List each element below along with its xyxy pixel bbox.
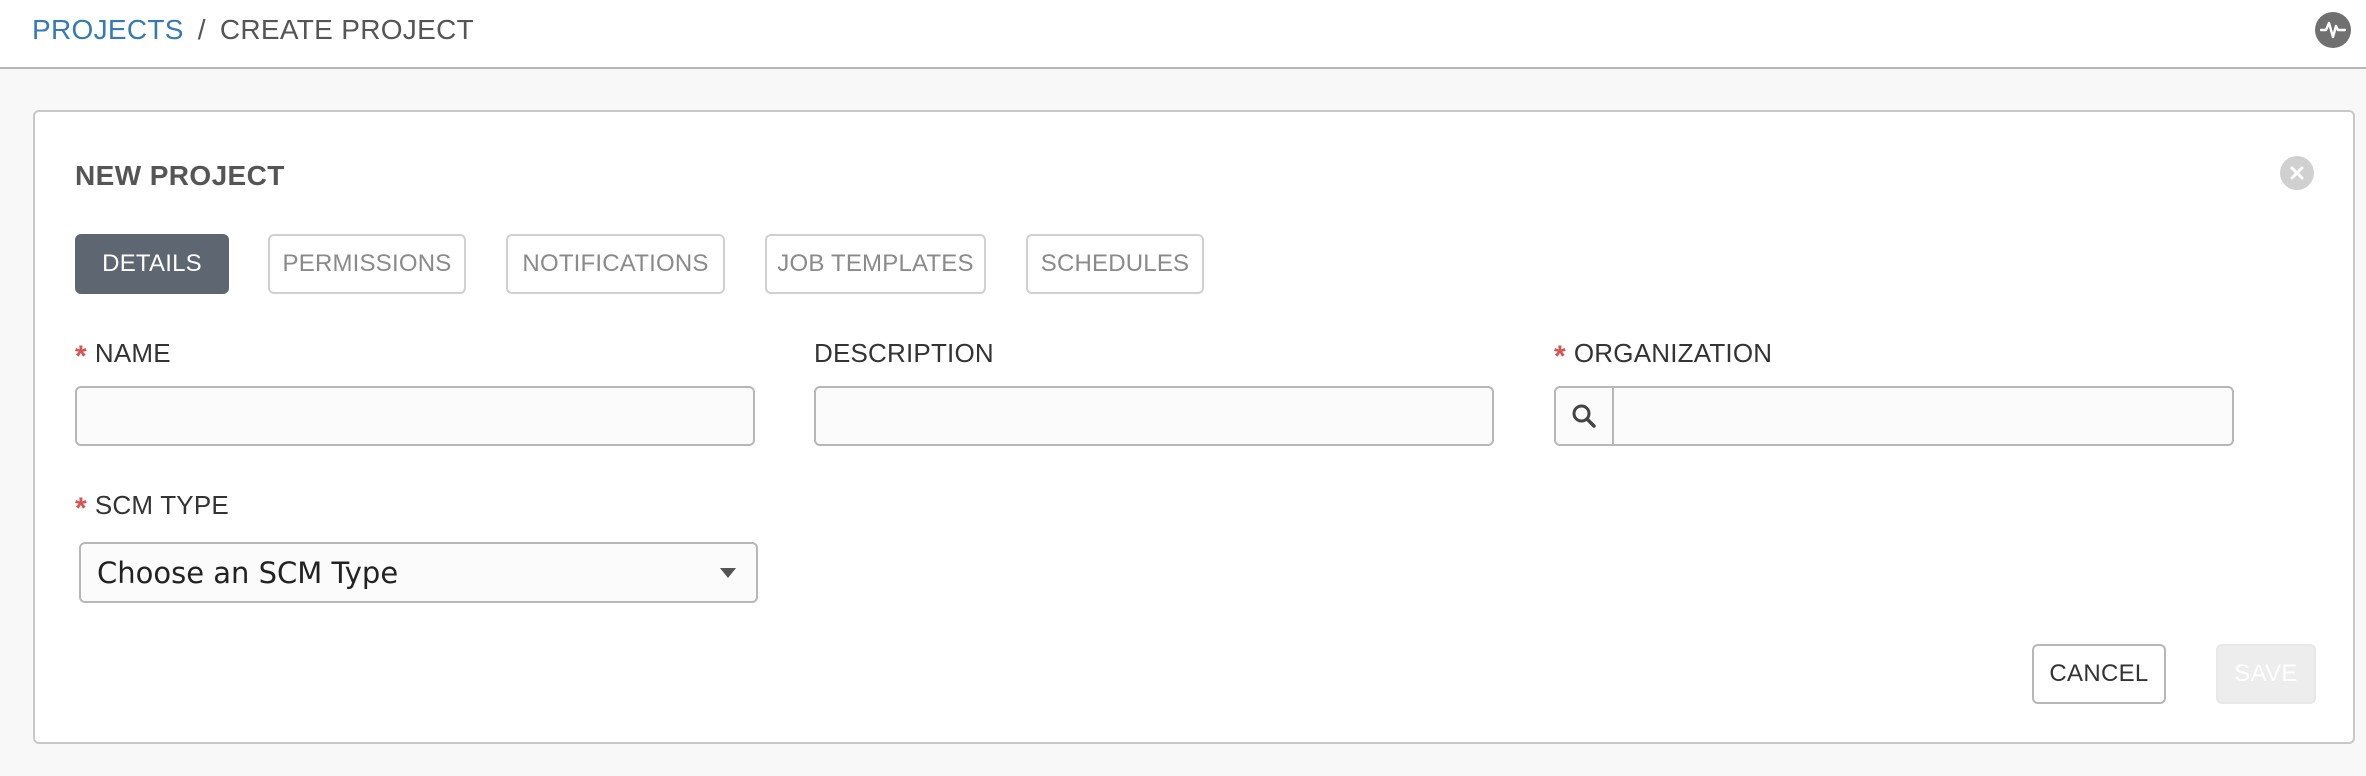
organization-input[interactable] [1614, 388, 2232, 444]
scm-type-label: * SCM TYPE [75, 490, 229, 526]
organization-lookup [1554, 386, 2234, 446]
top-bar: PROJECTS / CREATE PROJECT [0, 0, 2366, 69]
activity-stream-button[interactable] [2315, 12, 2351, 48]
name-label-text: NAME [94, 338, 171, 368]
new-project-panel: NEW PROJECT DETAILS PERMISSIONS NOTIFICA… [33, 110, 2355, 744]
close-circle-icon [2290, 166, 2304, 180]
save-button[interactable]: SAVE [2216, 644, 2316, 704]
scm-type-label-text: SCM TYPE [94, 490, 229, 520]
chevron-down-icon [720, 568, 736, 578]
description-label: DESCRIPTION [814, 338, 994, 368]
required-marker: * [75, 340, 87, 373]
tab-permissions[interactable]: PERMISSIONS [268, 234, 466, 294]
description-input[interactable] [814, 386, 1494, 446]
organization-label-text: ORGANIZATION [1573, 338, 1773, 368]
required-marker: * [75, 492, 87, 525]
name-input[interactable] [75, 386, 755, 446]
breadcrumb: PROJECTS / CREATE PROJECT [32, 14, 474, 46]
organization-label: * ORGANIZATION [1554, 338, 1772, 374]
tab-job-templates[interactable]: JOB TEMPLATES [765, 234, 986, 294]
scm-type-selected-value: Choose an SCM Type [97, 555, 399, 590]
breadcrumb-current: CREATE PROJECT [219, 14, 475, 45]
scm-type-select[interactable]: Choose an SCM Type [79, 542, 758, 603]
search-icon [1572, 404, 1596, 428]
organization-search-button[interactable] [1556, 388, 1614, 444]
tab-schedules[interactable]: SCHEDULES [1026, 234, 1204, 294]
breadcrumb-projects-link[interactable]: PROJECTS [32, 14, 184, 45]
panel-title: NEW PROJECT [75, 160, 285, 191]
required-marker: * [1554, 340, 1566, 373]
tab-details[interactable]: DETAILS [75, 234, 229, 294]
tab-notifications[interactable]: NOTIFICATIONS [506, 234, 725, 294]
close-button[interactable] [2280, 156, 2314, 190]
breadcrumb-separator: / [197, 14, 206, 45]
activity-stream-icon [2320, 21, 2346, 39]
cancel-button[interactable]: CANCEL [2032, 644, 2166, 704]
name-label: * NAME [75, 338, 171, 374]
